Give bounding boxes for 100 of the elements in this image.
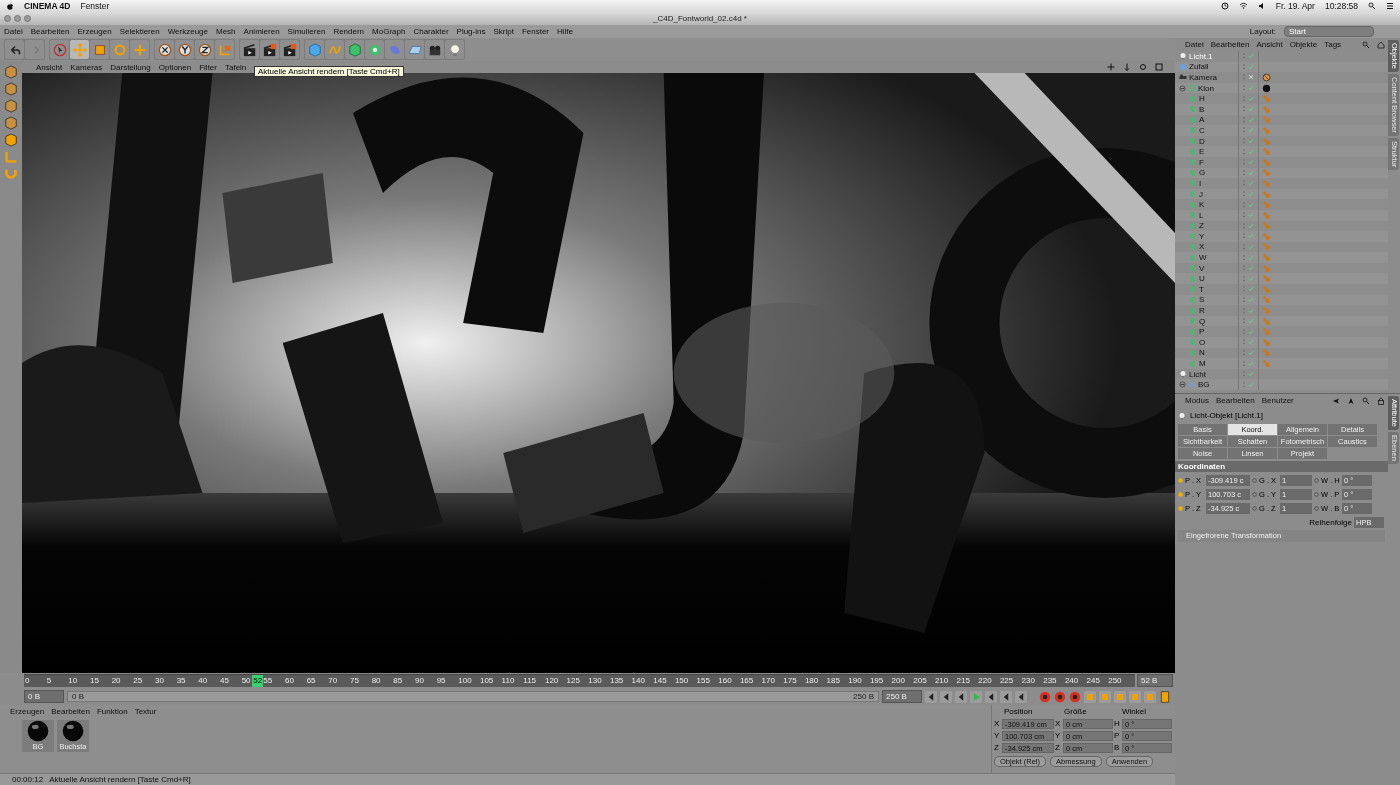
keyframe-dot-icon[interactable]: [1252, 491, 1257, 497]
apple-icon[interactable]: [6, 1, 14, 11]
keyframe-dot-icon[interactable]: [1314, 477, 1319, 483]
playhead[interactable]: 52: [252, 675, 264, 687]
timeline-ruler[interactable]: 0 5 10 15 20 25 30 35 40 45 50 5255 60 65 70 75 80 85 90 95 100 105 110 115 120 125 130 135 140 145 150 155 160 165 170 175 180 185 190 195 200 205 210 215 220 225 230 235 240 245 250: [24, 674, 1135, 687]
menu-item[interactable]: MoGraph: [372, 27, 406, 36]
menu-item[interactable]: Bearbeiten: [30, 27, 70, 36]
app-menu[interactable]: CINEMA 4D: [24, 1, 71, 11]
collapse-icon[interactable]: [1179, 381, 1186, 389]
up-arrow-icon[interactable]: [1347, 396, 1355, 405]
menu-item[interactable]: Funktion: [96, 707, 128, 716]
frame-tick: 190: [848, 676, 862, 685]
keyframe-dot-icon[interactable]: [1252, 477, 1257, 483]
menu-item[interactable]: Textur: [134, 707, 157, 716]
keyframe-dot-icon[interactable]: [1178, 505, 1183, 511]
menu-item[interactable]: Kameras: [70, 62, 103, 72]
object-row[interactable]: U: [1175, 273, 1388, 285]
menu-item[interactable]: Darstellung: [110, 62, 151, 72]
keyframe-dot-icon[interactable]: [1178, 491, 1183, 497]
close-button[interactable]: [4, 15, 11, 22]
clock-date[interactable]: Fr. 19. Apr: [1275, 1, 1315, 11]
menu-item[interactable]: Datei: [1185, 40, 1204, 49]
menu-item[interactable]: Charakter: [413, 27, 449, 36]
menu-item[interactable]: Tags: [1324, 40, 1342, 49]
menu-item[interactable]: Hilfe: [557, 27, 574, 36]
object-row[interactable]: Q: [1175, 315, 1388, 327]
range-slider[interactable]: 0 B 250 B: [67, 691, 879, 702]
object-row[interactable]: C: [1175, 125, 1388, 136]
menu-item[interactable]: Bearbeiten: [1210, 40, 1250, 49]
object-row[interactable]: W: [1175, 252, 1388, 263]
cube-icon[interactable]: [4, 133, 18, 147]
cube-icon[interactable]: [4, 116, 18, 130]
menu-item[interactable]: Plug-ins: [456, 27, 486, 36]
menu-item[interactable]: Datei: [4, 27, 23, 36]
keyframe-dot-icon[interactable]: [1252, 505, 1257, 511]
object-row[interactable]: Y: [1175, 231, 1388, 242]
menu-item[interactable]: Ansicht: [36, 62, 63, 72]
object-row[interactable]: B: [1175, 103, 1388, 115]
list-icon[interactable]: [1386, 2, 1394, 10]
object-row[interactable]: S: [1175, 294, 1388, 306]
frame-tick: 20: [111, 676, 121, 685]
search-icon[interactable]: [1368, 2, 1376, 10]
record-icon[interactable]: [1039, 690, 1051, 703]
step-back-icon[interactable]: [940, 690, 952, 703]
current-frame-field[interactable]: 52 B: [1137, 674, 1173, 687]
home-icon[interactable]: [1377, 40, 1385, 49]
lock-icon[interactable]: [1377, 396, 1385, 405]
cube-icon[interactable]: [4, 65, 18, 79]
move-icon[interactable]: [1107, 63, 1115, 71]
menu-item[interactable]: Erzeugen: [10, 707, 45, 716]
cross-icon[interactable]: [1248, 74, 1254, 81]
clock-time[interactable]: 10:28:58: [1324, 1, 1358, 11]
object-row[interactable]: Klon: [1175, 82, 1388, 94]
keyframe-dot-icon[interactable]: [1314, 491, 1319, 497]
menu-item[interactable]: Simulieren: [287, 27, 326, 36]
menu-item[interactable]: Filter: [199, 62, 217, 72]
layout-dropdown[interactable]: Start: [1284, 26, 1374, 37]
object-row[interactable]: E: [1175, 146, 1388, 157]
object-row[interactable]: M: [1175, 358, 1388, 369]
menu-item[interactable]: Bearbeiten: [51, 707, 90, 716]
menu-item[interactable]: Bearbeiten: [1216, 396, 1255, 405]
object-row[interactable]: O: [1175, 337, 1388, 348]
menu-item[interactable]: Tafeln: [224, 62, 247, 72]
menu-item[interactable]: Mesh: [216, 27, 236, 36]
magnet-icon[interactable]: [4, 167, 18, 181]
end-frame-field[interactable]: 250 B: [882, 690, 922, 703]
menu-item[interactable]: Benutzer: [1261, 396, 1294, 405]
cube-icon[interactable]: [4, 99, 18, 113]
menu-item[interactable]: Skript: [493, 27, 514, 36]
minimize-button[interactable]: [14, 15, 21, 22]
maximize-icon[interactable]: [1155, 63, 1163, 71]
menu-item[interactable]: Optionen: [158, 62, 192, 72]
menu-item[interactable]: Objekte: [1289, 40, 1318, 49]
collapse-icon[interactable]: [1179, 84, 1186, 92]
object-name: T: [1199, 284, 1204, 294]
menu-item[interactable]: Selektieren: [119, 27, 160, 36]
object-row[interactable]: G: [1175, 167, 1388, 179]
volume-icon[interactable]: [1257, 2, 1266, 10]
menu-item[interactable]: Modus: [1185, 396, 1209, 405]
object-row[interactable]: L: [1175, 209, 1388, 221]
object-title: Licht-Objekt [Licht.1]: [1190, 411, 1263, 420]
rotate-icon[interactable]: [1139, 63, 1147, 71]
menu-item[interactable]: Werkzeuge: [167, 27, 208, 36]
keyframe-dot-icon[interactable]: [1314, 505, 1319, 511]
cube-icon[interactable]: [4, 82, 18, 96]
menu-item[interactable]: Animieren: [243, 27, 280, 36]
keyframe-dot-icon[interactable]: [1178, 477, 1183, 483]
object-row[interactable]: Zufall: [1175, 61, 1388, 73]
zoom-button[interactable]: [24, 15, 31, 22]
object-row[interactable]: BG: [1175, 379, 1388, 390]
menu-item[interactable]: Erzeugen: [77, 27, 112, 36]
menu-item[interactable]: Ansicht: [1256, 40, 1283, 49]
start-frame-field[interactable]: 0 B: [24, 690, 64, 703]
clock-icon[interactable]: [1220, 2, 1229, 10]
menu-item[interactable]: Fenster: [521, 27, 550, 36]
wifi-icon[interactable]: [1238, 2, 1248, 10]
back-arrow-icon[interactable]: [1332, 396, 1340, 405]
object-row[interactable]: J: [1175, 188, 1388, 200]
menu-item[interactable]: Fenster: [80, 1, 110, 11]
menu-item[interactable]: Rendern: [333, 27, 365, 36]
